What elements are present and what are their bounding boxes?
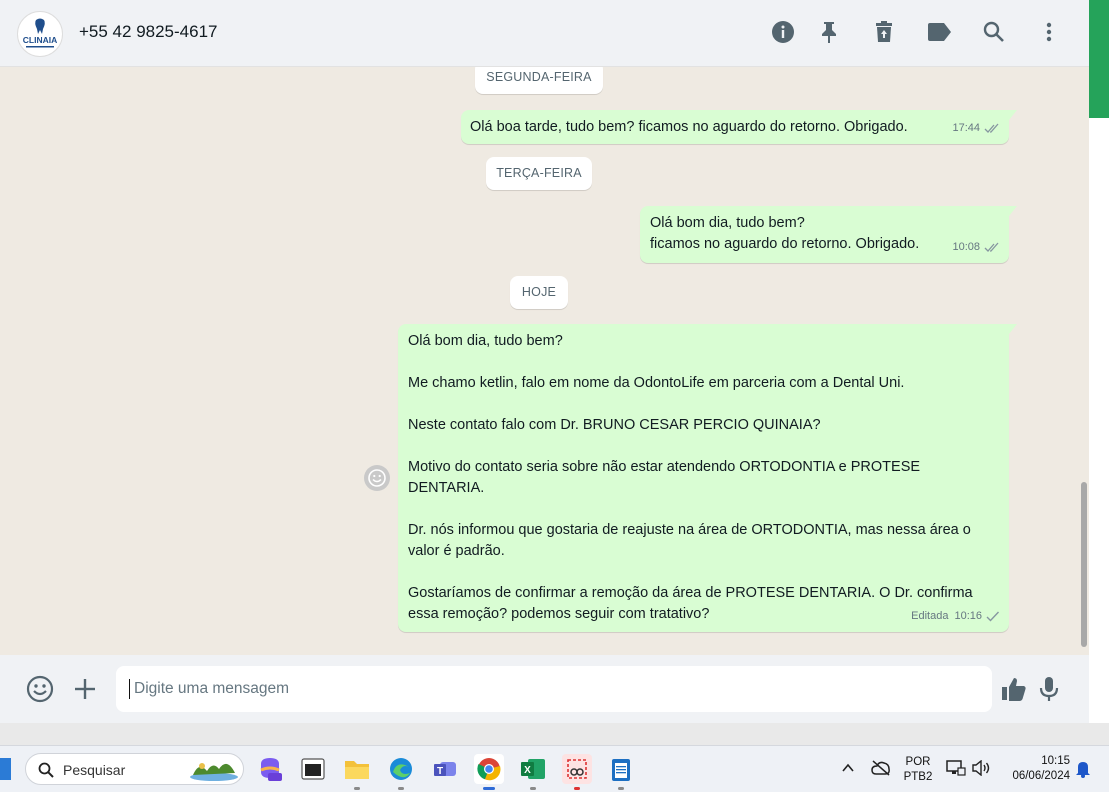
message-composer <box>0 655 1089 723</box>
message-text: Olá bom dia, tudo bem? ficamos no aguard… <box>650 215 920 252</box>
clock-time: 10:15 <box>1041 755 1070 767</box>
chat-area[interactable]: SEGUNDA-FEIRA Olá boa tarde, tudo bem? f… <box>0 67 1089 655</box>
message-bubble[interactable]: Olá boa tarde, tudo bem? ficamos no agua… <box>461 110 1017 144</box>
date-separator-monday: SEGUNDA-FEIRA <box>475 67 603 94</box>
active-indicator <box>483 787 495 790</box>
message-input[interactable] <box>128 666 984 712</box>
microphone-icon[interactable] <box>1034 674 1064 704</box>
running-indicator <box>530 787 536 790</box>
emoji-reaction-button[interactable] <box>364 465 390 491</box>
message-text: Olá bom dia, tudo bem? Me chamo ketlin, … <box>408 333 973 622</box>
smiley-icon <box>368 469 386 487</box>
message-input-box[interactable] <box>116 666 992 712</box>
taskbar-snipping-tool-icon[interactable] <box>562 754 592 790</box>
message-meta: Editada 10:16 <box>911 606 1000 627</box>
notification-bell-icon[interactable] <box>1075 760 1091 778</box>
taskbar-chrome-icon[interactable] <box>474 754 504 790</box>
emoji-icon[interactable] <box>25 674 55 704</box>
label-icon[interactable] <box>926 19 952 45</box>
cloud-offline-icon[interactable] <box>871 760 891 776</box>
message-bubble[interactable]: Olá bom dia, tudo bem? ficamos no aguard… <box>640 206 1017 263</box>
message-time: 10:08 <box>952 241 980 253</box>
message-meta: 10:08 <box>952 237 1000 258</box>
chevron-up-icon[interactable] <box>842 763 854 773</box>
taskbar-file-explorer-icon[interactable] <box>342 754 372 790</box>
double-check-icon <box>984 123 999 133</box>
running-indicator <box>398 787 404 790</box>
date-separator-tuesday: TERÇA-FEIRA <box>486 157 592 190</box>
volume-icon[interactable] <box>971 760 991 776</box>
avatar-logo-text: CLINAIA <box>23 35 57 45</box>
search-highlight-icon <box>190 763 238 781</box>
edited-label: Editada <box>911 610 949 622</box>
avatar[interactable]: CLINAIA <box>17 11 63 57</box>
taskbar-edge-icon[interactable] <box>386 754 416 790</box>
message-time: 17:44 <box>952 122 980 134</box>
network-icon[interactable] <box>946 760 966 776</box>
language-bottom: PTB2 <box>903 771 933 783</box>
running-indicator <box>618 787 624 790</box>
contact-name[interactable]: +55 42 9825-4617 <box>79 22 218 42</box>
svg-text:T: T <box>437 766 443 777</box>
date-separator-today: HOJE <box>510 276 568 309</box>
chat-header: CLINAIA +55 42 9825-4617 <box>0 0 1089 67</box>
pin-icon[interactable] <box>816 19 842 45</box>
taskbar-notepad-icon[interactable] <box>606 754 636 790</box>
clock[interactable]: 10:15 06/06/2024 <box>1000 754 1070 784</box>
whatsapp-window: CLINAIA +55 42 9825-4617 SEGUNDA-FEIRA O… <box>0 0 1089 723</box>
info-icon[interactable] <box>770 19 796 45</box>
double-check-icon <box>984 242 999 252</box>
delete-icon[interactable] <box>871 19 897 45</box>
clock-date: 06/06/2024 <box>1012 770 1070 782</box>
running-indicator <box>574 787 580 790</box>
taskbar-copilot-icon[interactable] <box>255 754 285 784</box>
single-check-icon <box>986 611 1000 622</box>
language-indicator[interactable]: POR PTB2 <box>900 755 936 785</box>
message-text: Olá boa tarde, tudo bem? ficamos no agua… <box>470 119 908 135</box>
menu-icon[interactable] <box>1036 19 1062 45</box>
language-top: POR <box>905 756 931 768</box>
taskbar-terminal-icon[interactable] <box>298 754 328 784</box>
svg-text:X: X <box>524 765 531 776</box>
taskbar-search[interactable]: Pesquisar <box>25 753 244 785</box>
taskbar: Pesquisar T X POR PTB2 10:15 06/06/2024 <box>0 745 1109 792</box>
search-icon <box>38 762 54 778</box>
side-accent-bar <box>1089 0 1109 118</box>
message-meta: 17:44 <box>952 118 1000 139</box>
search-icon[interactable] <box>981 19 1007 45</box>
message-bubble[interactable]: Olá bom dia, tudo bem? Me chamo ketlin, … <box>398 324 1017 632</box>
taskbar-teams-icon[interactable]: T <box>430 754 460 784</box>
window-edge <box>1089 0 1109 723</box>
start-button[interactable] <box>0 758 11 780</box>
thumbs-up-icon[interactable] <box>999 674 1029 704</box>
taskbar-excel-icon[interactable]: X <box>518 754 548 790</box>
attach-plus-icon[interactable] <box>70 674 100 704</box>
taskbar-search-label: Pesquisar <box>63 762 126 778</box>
message-time: 10:16 <box>954 610 982 622</box>
running-indicator <box>354 787 360 790</box>
chat-scrollbar-thumb[interactable] <box>1081 482 1087 647</box>
